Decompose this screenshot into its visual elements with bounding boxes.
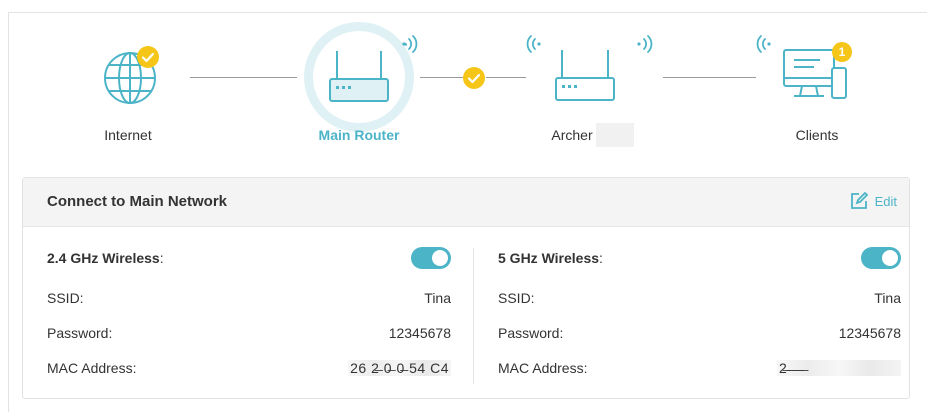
password-value: 12345678 xyxy=(388,325,451,341)
redacted-model-name xyxy=(596,123,634,147)
internet-check-icon xyxy=(137,46,159,68)
band-24-header-row: 2.4 GHz Wireless: xyxy=(47,247,451,269)
node-label-archer: Archer xyxy=(551,127,593,143)
band-5-ssid-row: SSID: Tina xyxy=(498,288,901,308)
band-5-mac-row: MAC Address: 2̶ ̶ ̶ ̶ ̶ xyxy=(498,358,901,378)
band-5-header-row: 5 GHz Wireless: xyxy=(498,247,901,269)
mac-label: MAC Address: xyxy=(47,360,137,376)
mac-value: 26 2̶ 0̶ 0̶ 54 C4 xyxy=(348,360,451,376)
password-value: 12345678 xyxy=(838,325,901,341)
panel-header: Connect to Main Network Edit xyxy=(23,178,909,227)
edit-label: Edit xyxy=(874,193,897,209)
band-24-toggle[interactable] xyxy=(411,247,451,269)
wifi-signal-icon xyxy=(637,35,653,53)
panel-title: Connect to Main Network xyxy=(47,193,228,210)
ssid-value: Tina xyxy=(424,290,451,306)
edit-button[interactable]: Edit xyxy=(849,191,897,211)
band-24-section: 2.4 GHz Wireless: SSID: Tina Password: 1… xyxy=(47,226,451,398)
band-24-password-row: Password: 12345678 xyxy=(47,323,451,343)
wifi-signal-icon xyxy=(402,35,418,53)
node-label-internet: Internet xyxy=(104,127,152,143)
wifi-receive-icon xyxy=(756,35,771,53)
band-5-title: 5 GHz Wireless: xyxy=(498,250,603,266)
band-5-toggle[interactable] xyxy=(861,247,901,269)
band-24-title: 2.4 GHz Wireless: xyxy=(47,250,164,266)
wifi-receive-icon xyxy=(526,35,541,53)
connector-main-archer xyxy=(420,77,464,78)
band-24-ssid-row: SSID: Tina xyxy=(47,288,451,308)
band-5-password-row: Password: 12345678 xyxy=(498,323,901,343)
router-icon xyxy=(304,22,414,132)
ssid-label: SSID: xyxy=(498,290,535,306)
connector-archer-clients xyxy=(663,77,756,78)
ssid-label: SSID: xyxy=(47,290,84,306)
connector-internet-main xyxy=(190,77,297,78)
main-router-node[interactable] xyxy=(303,21,415,133)
band-24-mac-row: MAC Address: 26 2̶ 0̶ 0̶ 54 C4 xyxy=(47,358,451,378)
node-label-clients: Clients xyxy=(795,127,839,143)
band-5-section: 5 GHz Wireless: SSID: Tina Password: 123… xyxy=(498,226,901,398)
password-label: Password: xyxy=(47,325,113,341)
mac-value: 2̶ ̶ ̶ ̶ ̶ xyxy=(777,360,901,376)
mac-label: MAC Address: xyxy=(498,360,588,376)
password-label: Password: xyxy=(498,325,564,341)
node-label-main-router: Main Router xyxy=(318,127,400,143)
main-network-panel: Connect to Main Network Edit 2.4 GHz Wir… xyxy=(22,177,910,399)
ssid-value: Tina xyxy=(874,290,901,306)
archer-router-icon[interactable] xyxy=(548,44,620,106)
clients-count-badge: 1 xyxy=(832,42,852,62)
connection-check-icon xyxy=(463,67,485,89)
column-divider xyxy=(473,248,474,384)
edit-icon xyxy=(850,191,868,209)
connector-main-archer-2 xyxy=(486,77,526,78)
